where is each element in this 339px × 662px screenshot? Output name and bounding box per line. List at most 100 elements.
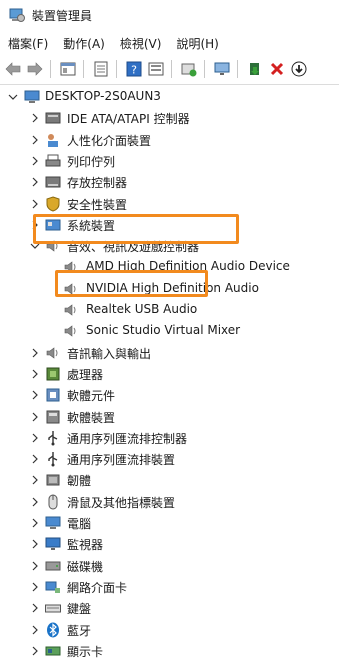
device-manager-app-icon [9,7,25,23]
tree-category[interactable]: 存放控制器 [0,171,339,193]
update-driver-icon[interactable] [180,60,198,78]
uninstall-icon[interactable] [268,60,286,78]
chevron-right-icon[interactable] [30,646,40,656]
menu-view[interactable]: 檢視(V) [112,35,169,52]
category-label: 處理器 [67,368,104,382]
tree-category[interactable]: 監視器 [0,533,339,555]
keyboard-icon [45,600,61,616]
category-label: 安全性裝置 [67,198,128,212]
chevron-right-icon[interactable] [30,369,40,379]
category-label: 顯示卡 [67,645,104,659]
window-title: 裝置管理員 [32,8,93,23]
category-label: 列印佇列 [67,155,116,169]
chevron-right-icon[interactable] [30,177,40,187]
title-bar: 裝置管理員 [0,0,339,30]
chevron-right-icon[interactable] [30,561,40,571]
chevron-right-icon[interactable] [30,113,40,123]
tree-category[interactable]: 網路介面卡 [0,576,339,598]
tree-category[interactable]: IDE ATA/ATAPI 控制器 [0,107,339,129]
monitor-icon [45,536,61,552]
chevron-right-icon[interactable] [30,582,40,592]
tree-category[interactable]: 軟體裝置 [0,406,339,428]
toolbar-separator [50,60,51,78]
category-label: 藍牙 [67,624,92,638]
category-label: 監視器 [67,538,104,552]
menu-action[interactable]: 動作(A) [55,35,112,52]
chevron-right-icon[interactable] [30,497,40,507]
tree-category[interactable]: 軟體元件 [0,384,339,406]
chevron-right-icon[interactable] [30,518,40,528]
processor-icon [45,366,61,382]
category-label: 韌體 [67,474,92,488]
chevron-right-icon[interactable] [30,475,40,485]
tree-category[interactable]: 處理器 [0,363,339,385]
tree-category[interactable]: 磁碟機 [0,555,339,577]
speaker-icon [45,345,61,361]
tree-category[interactable]: 電腦 [0,512,339,534]
scan-hardware-icon[interactable] [213,60,231,78]
svg-text:?: ? [131,64,137,77]
device-label: Realtek USB Audio [86,302,198,316]
add-driver-icon[interactable] [246,60,264,78]
tree-category[interactable]: 韌體 [0,469,339,491]
toolbar-separator [116,60,117,78]
chevron-right-icon[interactable] [30,199,40,209]
tree-category[interactable]: 藍牙 [0,619,339,641]
chevron-right-icon[interactable] [30,433,40,443]
disk-drive-icon [45,558,61,574]
device-label: Sonic Studio Virtual Mixer [86,323,241,337]
usb-icon [45,430,61,446]
usb-icon [45,451,61,467]
category-label: 人性化介面裝置 [67,134,152,148]
category-label: IDE ATA/ATAPI 控制器 [67,112,190,126]
chevron-down-icon[interactable] [8,92,18,102]
security-device-icon [45,196,61,212]
scrollbar[interactable] [333,86,339,600]
tree-category[interactable]: 鍵盤 [0,597,339,619]
menu-file[interactable]: 檔案(F) [0,35,55,52]
menu-help[interactable]: 說明(H) [168,35,225,52]
menu-bar: 檔案(F) 動作(A) 檢視(V) 說明(H) [0,33,339,53]
storage-controller-icon [45,174,61,190]
tree-category[interactable]: 通用序列匯流排裝置 [0,448,339,470]
tree-category[interactable]: 音訊輸入與輸出 [0,342,339,364]
firmware-icon [45,472,61,488]
chevron-right-icon[interactable] [30,603,40,613]
chevron-right-icon[interactable] [30,412,40,422]
toolbar: ? [0,57,339,81]
chevron-right-icon[interactable] [30,156,40,166]
chevron-right-icon[interactable] [30,625,40,635]
chevron-right-icon[interactable] [30,135,40,145]
forward-arrow-icon[interactable] [26,60,44,78]
tree-device[interactable]: Realtek USB Audio [0,299,339,321]
help-icon[interactable]: ? [125,60,143,78]
computer-icon [24,89,40,105]
tree-category[interactable]: 滑鼠及其他指標裝置 [0,491,339,513]
chevron-right-icon[interactable] [30,390,40,400]
tree-category[interactable]: 通用序列匯流排控制器 [0,427,339,449]
properties-icon[interactable] [92,60,110,78]
software-device-icon [45,409,61,425]
chevron-right-icon[interactable] [30,348,40,358]
category-label: 通用序列匯流排裝置 [67,453,176,467]
mouse-icon [45,494,61,510]
chevron-right-icon[interactable] [30,454,40,464]
back-arrow-icon[interactable] [4,60,22,78]
toolbar-separator [237,60,238,78]
bluetooth-icon [45,622,61,638]
computer-icon [45,515,61,531]
tree-category[interactable]: 人性化介面裝置 [0,129,339,151]
tree-category[interactable]: 列印佇列 [0,150,339,172]
details-icon[interactable] [147,60,165,78]
tree-category[interactable]: 安全性裝置 [0,193,339,215]
highlight-box-audio-category [33,214,239,244]
chevron-right-icon[interactable] [30,539,40,549]
category-label: 軟體元件 [67,389,116,403]
console-tree-icon[interactable] [59,60,77,78]
tree-device[interactable]: Sonic Studio Virtual Mixer [0,320,339,342]
tree-root[interactable]: DESKTOP-2S0AUN3 [0,86,339,108]
download-icon[interactable] [290,60,308,78]
toolbar-separator [83,60,84,78]
hid-icon [45,132,61,148]
tree-category[interactable]: 顯示卡 [0,640,339,662]
